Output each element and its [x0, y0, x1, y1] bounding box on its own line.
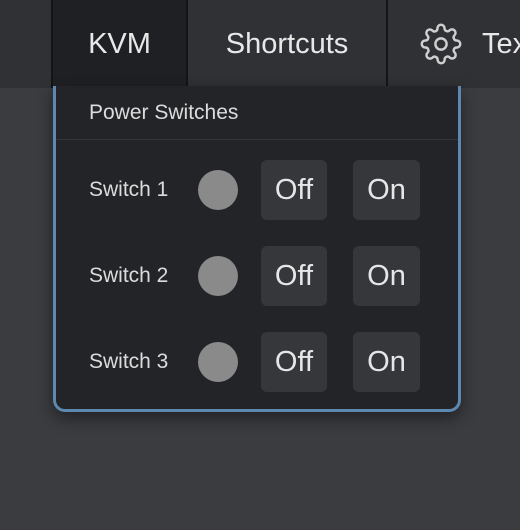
- switch-2-off-button[interactable]: Off: [261, 246, 327, 306]
- power-switches-panel: Power Switches Switch 1 Off On Switch 2 …: [53, 86, 461, 412]
- nav-tab-kvm[interactable]: KVM: [51, 0, 188, 88]
- nav-tab-shortcuts[interactable]: Shortcuts: [188, 0, 388, 88]
- switch-label: Switch 1: [89, 178, 169, 201]
- switch-3-on-button[interactable]: On: [353, 332, 420, 392]
- switch-row: Switch 1 Off On: [56, 160, 458, 220]
- switch-label: Switch 2: [89, 264, 169, 287]
- nav-tab-text[interactable]: Text: [388, 0, 520, 88]
- nav-tab-shortcuts-label: Shortcuts: [225, 27, 349, 60]
- gear-icon: [420, 23, 462, 65]
- switch-row: Switch 3 Off On: [56, 332, 458, 392]
- top-navbar: KVM Shortcuts Text: [0, 0, 520, 88]
- switch-1-on-button[interactable]: On: [353, 160, 420, 220]
- switch-3-off-button[interactable]: Off: [261, 332, 327, 392]
- status-indicator-icon: [198, 256, 238, 296]
- panel-title: Power Switches: [56, 86, 458, 140]
- switch-2-on-button[interactable]: On: [353, 246, 420, 306]
- nav-tab-kvm-label: KVM: [88, 27, 151, 60]
- switch-label: Switch 3: [89, 350, 169, 373]
- status-indicator-icon: [198, 170, 238, 210]
- switch-1-off-button[interactable]: Off: [261, 160, 327, 220]
- nav-tab-text-label: Text: [482, 27, 520, 60]
- switch-row: Switch 2 Off On: [56, 246, 458, 306]
- status-indicator-icon: [198, 342, 238, 382]
